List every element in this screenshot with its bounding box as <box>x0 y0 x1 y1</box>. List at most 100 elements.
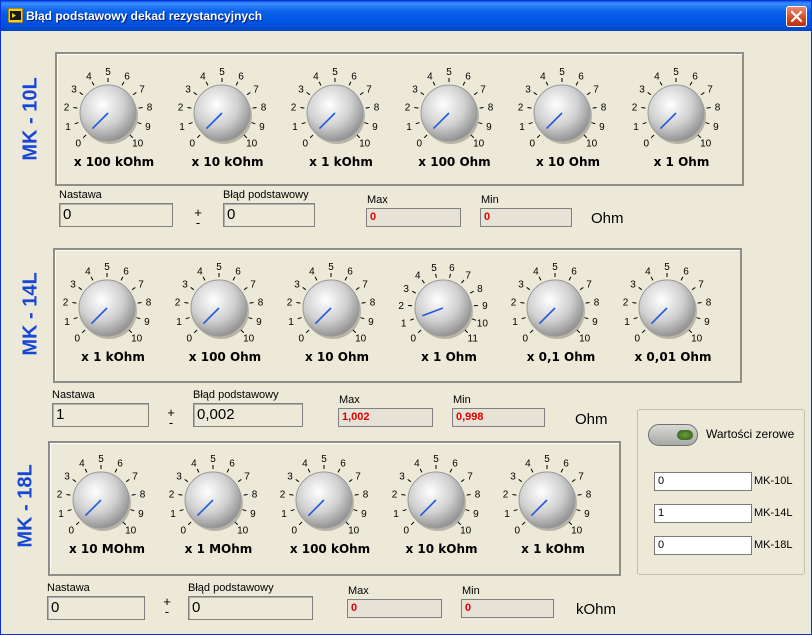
dial-tick <box>318 81 322 86</box>
rotary-knob[interactable]: 0 1 2 3 4 5 6 7 8 9 10 x 10 kOhm <box>173 52 283 177</box>
nastawa-field-mk10l[interactable]: 0 <box>59 203 173 227</box>
dial-scale-number: 7 <box>138 279 144 290</box>
knob-dial[interactable]: 01 234 5 678 910 <box>627 52 737 157</box>
dial-tick <box>406 479 411 483</box>
dial-tick <box>252 107 257 109</box>
dial-scale-number: 9 <box>599 122 605 133</box>
rotary-knob[interactable]: 0 1 2 3 4 5 6 7 8 9 10 x 100 Ohm <box>170 247 280 372</box>
zero-values-button[interactable] <box>648 424 698 446</box>
title-bar[interactable]: Błąd podstawowy dekad rezystancyjnych <box>1 1 811 31</box>
dial-scale-number: 6 <box>578 72 584 83</box>
dial-tick <box>415 122 420 125</box>
rotary-knob[interactable]: 0 1 2 3 4 5 6 7 8 9 10 x 1 kOhm <box>58 247 168 372</box>
knob-dial[interactable]: 01 234 5 678 910 <box>164 439 274 544</box>
dial-scale-number: 8 <box>706 297 712 308</box>
zero-values-panel: Wartości zerowe 0 MK-10L 1 MK-14L 0 MK-1… <box>637 409 805 575</box>
dial-tick <box>234 521 238 526</box>
rotary-knob[interactable]: 0 1 2 3 4 5 6 7 8 9 10 x 1 MOhm <box>164 439 274 564</box>
blad-label: Błąd podstawowy <box>223 189 309 201</box>
knob-dial[interactable]: 01 234 5 678 910 <box>513 52 623 157</box>
rotary-knob[interactable]: 0 1 2 3 4 5 6 7 8 9 10 x 10 MOhm <box>52 439 162 564</box>
dial-scale-number: 0 <box>530 139 536 150</box>
dial-tick <box>576 329 581 334</box>
dial-scale-number: 3 <box>176 471 182 482</box>
dial-scale-number: 7 <box>253 84 259 95</box>
dial-tick <box>301 122 306 125</box>
dial-tick <box>529 329 534 334</box>
dial-tick <box>67 509 72 512</box>
dial-tick <box>130 509 135 512</box>
knob-dial[interactable]: 01 234 5 678 910 <box>173 52 283 157</box>
dial-tick <box>246 92 251 96</box>
rotary-knob[interactable]: 0 1 2 3 4 5 6 7 8 9 10 x 1 Ohm <box>627 52 737 177</box>
zero-field-mk14l[interactable]: 1 <box>654 504 752 523</box>
knob-dial[interactable]: 01 234 5 678 910 <box>498 439 608 544</box>
rotary-knob[interactable]: 0 1 2 3 4 5 6 7 8 9 10 x 1 kOhm <box>286 52 396 177</box>
nastawa-field-mk18l[interactable]: 0 <box>47 596 145 620</box>
dial-scale-number: 6 <box>347 267 353 278</box>
dial-tick <box>640 107 645 109</box>
knob-dial[interactable]: 01 234 5 678 910 <box>59 52 169 157</box>
zero-field-mk10l[interactable]: 0 <box>654 472 752 491</box>
rotary-knob[interactable]: 0 1 2 3 4 5 6 7 8 9 10 x 10 Ohm <box>282 247 392 372</box>
rotary-knob[interactable]: 0 1 2 3 4 5 6 7 8 9 10 x 100 kOhm <box>275 439 385 564</box>
knob-dial[interactable]: 01 234 5 678 910 <box>506 247 616 352</box>
knob-multiplier-label: x 10 Ohm <box>535 155 601 169</box>
dial-scale-number: 7 <box>362 279 368 290</box>
knob-dial[interactable]: 01 234 5 678 910 <box>387 439 497 544</box>
dial-tick <box>530 468 534 473</box>
dial-tick <box>192 92 197 96</box>
dial-scale-number: 0 <box>180 526 186 537</box>
knob-dial[interactable]: 01 234 5 678 910 <box>58 247 168 352</box>
rotary-knob[interactable]: 0 1 2 3 4 5 6 7 8 9 10 x 10 Ohm <box>513 52 623 177</box>
dial-scale-number: 4 <box>86 72 92 83</box>
dial-tick <box>586 92 591 96</box>
knob-dial[interactable]: 01 234 5 678 910 <box>282 247 392 352</box>
dial-scale-number: 1 <box>401 319 407 330</box>
knob-multiplier-label: x 10 Ohm <box>304 350 370 364</box>
rotary-knob[interactable]: 0 1 2 3 4 5 6 7 8 9 10 x 100 kOhm <box>59 52 169 177</box>
knob-multiplier-label: x 1 kOhm <box>521 542 585 556</box>
knob-dial[interactable]: 01 234 5 678 910 <box>52 439 162 544</box>
dial-tick <box>533 92 538 96</box>
dial-tick <box>122 521 127 526</box>
dial-tick <box>297 317 302 320</box>
dial-tick <box>79 92 84 96</box>
dial-scale-number: 3 <box>399 471 405 482</box>
dial-scale-number: 2 <box>503 489 509 500</box>
dial-tick <box>646 92 651 96</box>
rotary-knob[interactable]: 0 1 2 3 4 5 6 7 8 9 10 11 x 1 Ohm <box>394 247 504 372</box>
knob-dial[interactable]: 01 2 345 678 9 10 11 <box>394 247 504 352</box>
dial-scale-number: 3 <box>630 279 636 290</box>
dial-scale-number: 6 <box>452 459 458 470</box>
dial-scale-number: 5 <box>446 67 452 78</box>
knob-dial[interactable]: 01 234 5 678 910 <box>400 52 510 157</box>
rotary-knob[interactable]: 0 1 2 3 4 5 6 7 8 9 10 x 10 kOhm <box>387 439 497 564</box>
knob-dial[interactable]: 01 234 5 678 910 <box>618 247 728 352</box>
dial-scale-number: 6 <box>124 72 130 83</box>
rotary-knob[interactable]: 0 1 2 3 4 5 6 7 8 9 10 x 1 kOhm <box>498 439 608 564</box>
dial-scale-number: 4 <box>200 72 206 83</box>
dial-tick <box>528 122 533 125</box>
zero-field-mk18l[interactable]: 0 <box>654 536 752 555</box>
dial-tick <box>73 317 78 320</box>
rotary-knob[interactable]: 0 1 2 3 4 5 6 7 8 9 10 x 0,1 Ohm <box>506 247 616 372</box>
dial-scale-number: 2 <box>511 297 517 308</box>
dial-tick <box>243 494 248 496</box>
dial-tick <box>457 521 461 526</box>
knob-dial[interactable]: 01 234 5 678 910 <box>170 247 280 352</box>
knob-dial[interactable]: 01 234 5 678 910 <box>275 439 385 544</box>
dial-tick <box>410 318 415 321</box>
knob-dial[interactable]: 01 234 5 678 910 <box>286 52 396 157</box>
dial-scale-number: 2 <box>175 297 181 308</box>
dial-tick <box>183 479 188 483</box>
rotary-knob[interactable]: 0 1 2 3 4 5 6 7 8 9 10 x 0,01 Ohm <box>618 247 728 372</box>
dial-tick <box>700 92 705 96</box>
dial-tick <box>697 134 701 139</box>
dial-scale-number: 1 <box>179 122 185 133</box>
rotary-knob[interactable]: 0 1 2 3 4 5 6 7 8 9 10 x 100 Ohm <box>400 52 510 177</box>
knob-multiplier-label: x 100 Ohm <box>188 350 262 364</box>
nastawa-field-mk14l[interactable]: 1 <box>52 403 149 427</box>
close-button[interactable] <box>786 6 807 27</box>
dial-scale-number: 10 <box>243 334 255 345</box>
